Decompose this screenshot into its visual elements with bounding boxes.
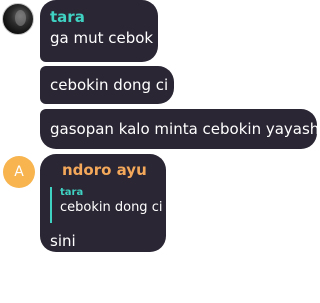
- message-bubble[interactable]: cebokin dong ci: [40, 66, 174, 104]
- avatar-photo: [15, 10, 26, 26]
- message-bubble[interactable]: tara ga mut cebok: [40, 0, 158, 62]
- reply-quote[interactable]: tara cebokin dong ci: [50, 187, 163, 223]
- message-text: cebokin dong ci: [50, 76, 169, 94]
- reply-text: cebokin dong ci: [60, 200, 163, 215]
- reply-sender-name: tara: [60, 187, 84, 198]
- chat-window: tara ga mut cebok cebokin dong ci gasopa…: [0, 0, 320, 303]
- sender-name[interactable]: ndoro ayu: [50, 161, 156, 179]
- tara-avatar[interactable]: [2, 3, 34, 35]
- message-text: gasopan kalo minta cebokin yayash: [50, 120, 320, 138]
- message-text: ga mut cebok: [50, 29, 154, 47]
- message-bubble[interactable]: ndoro ayu tara cebokin dong ci sini: [40, 154, 166, 252]
- ndoro-avatar[interactable]: A: [3, 156, 35, 188]
- message-bubble[interactable]: gasopan kalo minta cebokin yayash: [40, 109, 320, 149]
- sender-name[interactable]: tara: [50, 8, 148, 26]
- message-text: sini: [50, 232, 76, 250]
